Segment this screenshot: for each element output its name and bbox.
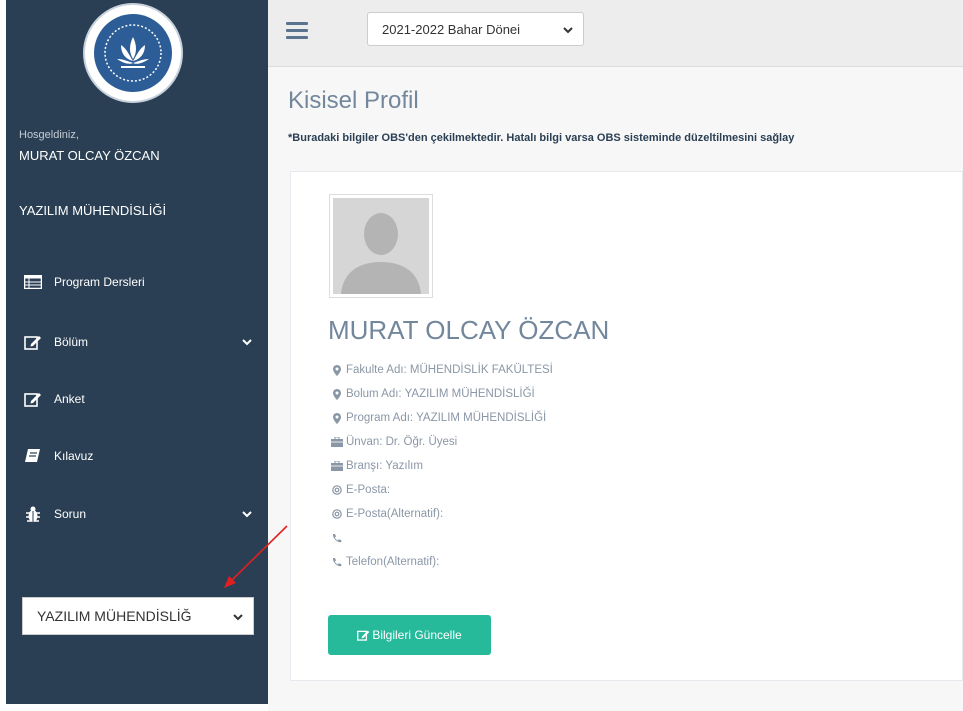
faculty-row: Fakulte Adı: MÜHENDİSLİK FAKÜLTESİ xyxy=(331,358,553,382)
department-select[interactable]: YAZILIM MÜHENDİSLİĞ xyxy=(22,597,254,635)
briefcase-icon xyxy=(331,437,343,447)
sidebar-item-label: Bölüm xyxy=(54,335,89,349)
sidebar-item-label: Anket xyxy=(54,392,85,406)
sidebar-item-label: Program Dersleri xyxy=(54,275,145,289)
term-select[interactable]: 2021-2022 Bahar Dönei xyxy=(367,12,584,46)
bug-icon xyxy=(22,505,44,523)
map-marker-icon xyxy=(331,364,343,376)
map-marker-icon xyxy=(331,412,343,424)
department-select-value: YAZILIM MÜHENDİSLİĞ xyxy=(37,608,192,624)
profile-card: MURAT OLCAY ÖZCAN Fakulte Adı: MÜHENDİSL… xyxy=(290,171,963,681)
briefcase-icon xyxy=(331,461,343,471)
sidebar-item-label: Kılavuz xyxy=(54,449,94,463)
top-nav: 2021-2022 Bahar Dönei xyxy=(268,0,963,67)
menu-toggle-icon[interactable] xyxy=(286,22,308,40)
page-title: Kisisel Profil xyxy=(288,87,419,114)
main-content: Kisisel Profil *Buradaki bilgiler OBS'de… xyxy=(268,67,963,711)
sidebar-user-name: MURAT OLCAY ÖZCAN xyxy=(19,148,160,163)
edit-icon xyxy=(22,334,44,350)
term-select-value: 2021-2022 Bahar Dönei xyxy=(382,21,521,37)
branch-row: Branşı: Yazılım xyxy=(331,454,553,478)
edit-icon xyxy=(22,391,44,407)
obs-notice: *Buradaki bilgiler OBS'den çekilmektedir… xyxy=(288,132,795,144)
sidebar: Hosgeldiniz, MURAT OLCAY ÖZCAN YAZILIM M… xyxy=(6,0,268,704)
email-row: E-Posta: xyxy=(331,478,553,502)
department-row: Bolum Adı: YAZILIM MÜHENDİSLİĞİ xyxy=(331,382,553,406)
map-marker-icon xyxy=(331,388,343,400)
program-row: Program Adı: YAZILIM MÜHENDİSLİĞİ xyxy=(331,406,553,430)
phone-icon xyxy=(331,557,343,567)
book-icon xyxy=(22,448,44,464)
chevron-down-icon xyxy=(563,22,573,37)
email-alt-row: E-Posta(Alternatif): xyxy=(331,502,553,526)
sidebar-item-kilavuz[interactable]: Kılavuz xyxy=(22,441,252,471)
welcome-text: Hosgeldiniz, xyxy=(19,129,79,141)
sidebar-item-sorun[interactable]: Sorun xyxy=(22,499,252,529)
phone-icon xyxy=(331,533,343,543)
avatar xyxy=(329,194,433,298)
sidebar-item-label: Sorun xyxy=(54,507,87,521)
edit-icon xyxy=(357,629,370,641)
profile-name: MURAT OLCAY ÖZCAN xyxy=(328,315,610,345)
phone-alt-row: Telefon(Alternatif): xyxy=(331,550,553,574)
chevron-down-icon xyxy=(242,507,252,521)
university-logo xyxy=(83,3,183,103)
at-icon xyxy=(331,509,343,519)
update-button-label: Bilgileri Güncelle xyxy=(372,628,462,642)
table-icon xyxy=(22,275,44,289)
sidebar-item-anket[interactable]: Anket xyxy=(22,384,252,414)
title-row: Ünvan: Dr. Öğr. Üyesi xyxy=(331,430,553,454)
chevron-down-icon xyxy=(233,608,243,624)
phone-row xyxy=(331,526,553,550)
sidebar-department: YAZILIM MÜHENDİSLİĞİ xyxy=(19,203,167,218)
at-icon xyxy=(331,485,343,495)
sidebar-item-bolum[interactable]: Bölüm xyxy=(22,327,252,357)
chevron-down-icon xyxy=(242,335,252,349)
update-info-button[interactable]: Bilgileri Güncelle xyxy=(328,615,491,655)
profile-info-list: Fakulte Adı: MÜHENDİSLİK FAKÜLTESİ Bolum… xyxy=(331,358,553,574)
sidebar-item-program-dersleri[interactable]: Program Dersleri xyxy=(22,267,252,297)
